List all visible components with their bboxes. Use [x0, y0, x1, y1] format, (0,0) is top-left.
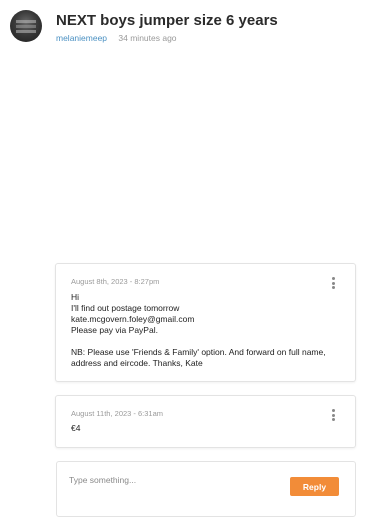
message-line: address and eircode. Thanks, Kate — [71, 358, 203, 368]
message-line: Please pay via PayPal. — [71, 325, 158, 335]
message-line: I'll find out postage tomorrow — [71, 303, 180, 313]
message-body: Hi I'll find out postage tomorrow kate.m… — [71, 292, 340, 369]
post-title: NEXT boys jumper size 6 years — [56, 12, 278, 29]
message-card: August 8th, 2023 - 8:27pm Hi I'll find o… — [55, 263, 356, 382]
message-line — [71, 336, 340, 347]
message-body: €4 — [71, 423, 340, 434]
avatar[interactable] — [10, 10, 42, 42]
message-line: Hi — [71, 292, 80, 302]
message-card: August 11th, 2023 - 6:31am €4 — [55, 395, 356, 448]
reply-input[interactable] — [69, 472, 279, 488]
message-line: €4 — [71, 423, 81, 433]
more-options-icon[interactable] — [331, 277, 335, 289]
reply-button[interactable]: Reply — [290, 477, 339, 496]
reply-box: Reply — [56, 461, 356, 517]
message-date: August 8th, 2023 - 8:27pm — [71, 277, 160, 286]
post-meta: melaniemeep 34 minutes ago — [56, 33, 177, 43]
more-options-icon[interactable] — [331, 409, 335, 421]
message-line: kate.mcgovern.foley@gmail.com — [71, 314, 195, 324]
post-header: NEXT boys jumper size 6 years melaniemee… — [10, 10, 376, 46]
author-link[interactable]: melaniemeep — [56, 33, 107, 43]
message-line: NB: Please use 'Friends & Family' option… — [71, 347, 326, 357]
post-time: 34 minutes ago — [118, 33, 177, 43]
message-date: August 11th, 2023 - 6:31am — [71, 409, 164, 418]
